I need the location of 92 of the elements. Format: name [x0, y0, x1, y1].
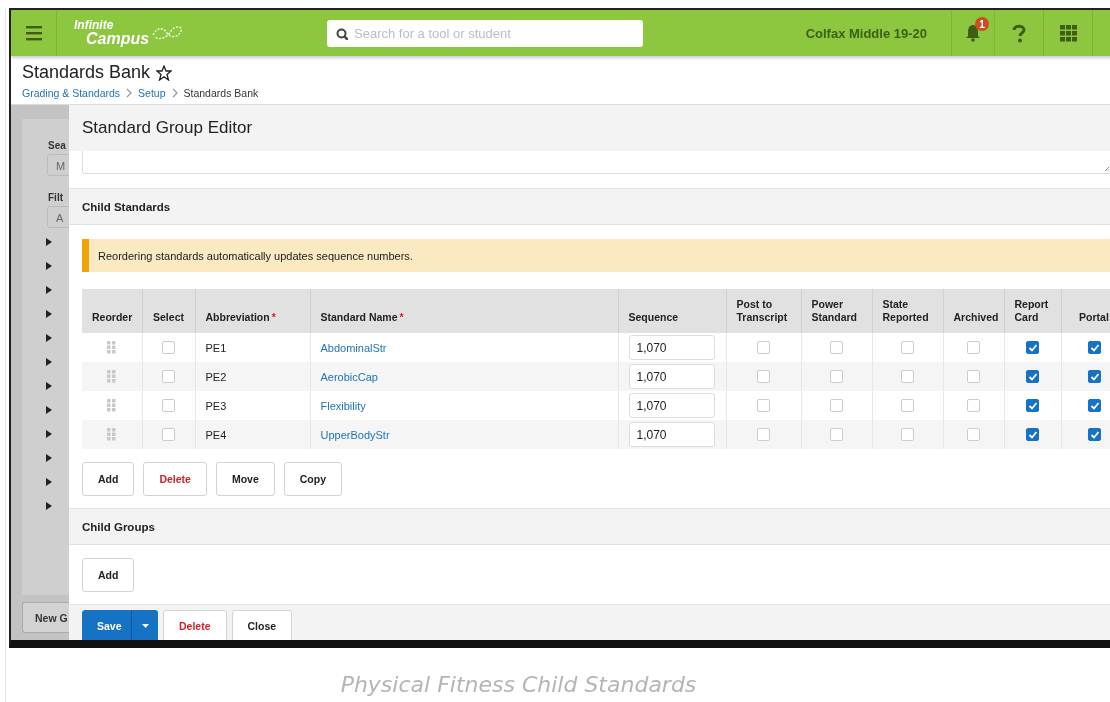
check-icon: [1088, 371, 1100, 383]
expand-icon[interactable]: [46, 406, 52, 414]
expand-icon[interactable]: [46, 382, 52, 390]
expand-icon[interactable]: [46, 502, 52, 510]
action-button[interactable]: Add: [82, 462, 135, 496]
action-button[interactable]: Move: [215, 462, 275, 496]
check-icon: [1027, 371, 1038, 383]
check-icon: [1088, 400, 1100, 412]
expand-icon[interactable]: [46, 310, 52, 318]
checkbox[interactable]: [1026, 428, 1039, 442]
table-cell: PE4: [205, 428, 227, 441]
checkbox[interactable]: [1087, 370, 1101, 384]
section-heading: Child Groups: [82, 520, 155, 533]
column-header: Abbreviation: [205, 311, 270, 324]
checkbox[interactable]: [1026, 399, 1039, 413]
breadcrumb-link[interactable]: Grading & Standards: [22, 87, 121, 99]
expand-icon[interactable]: [46, 262, 52, 270]
dialog-title: Standard Group Editor: [82, 118, 253, 138]
column-header: Post to Transcript: [736, 297, 788, 324]
action-button[interactable]: Copy: [283, 462, 343, 496]
chevron-icon: [171, 88, 178, 98]
school-year-label[interactable]: Colfax Middle 19-20: [805, 25, 927, 41]
drag-handle-icon[interactable]: [107, 428, 117, 441]
field-label: Filt: [48, 192, 64, 203]
standard-link[interactable]: UpperBodyStr: [320, 428, 390, 441]
sequence-field[interactable]: 1,070: [628, 364, 715, 389]
table-cell: PE1: [205, 341, 227, 354]
help-icon[interactable]: [1011, 23, 1027, 43]
action-button[interactable]: Save: [82, 609, 131, 640]
checkbox[interactable]: [1087, 399, 1101, 413]
expand-icon[interactable]: [46, 286, 52, 294]
standard-link[interactable]: Flexibility: [320, 399, 366, 412]
table-cell: PE2: [205, 370, 227, 383]
resize-icon: [1104, 166, 1110, 172]
drag-handle-icon[interactable]: [107, 341, 117, 354]
checkbox[interactable]: [1087, 428, 1101, 442]
drag-handle-icon[interactable]: [107, 399, 117, 412]
column-header: State Reported: [882, 297, 929, 324]
breadcrumb-current: Standards Bank: [183, 87, 259, 99]
caret-icon: [141, 624, 149, 628]
breadcrumb-link[interactable]: Setup: [138, 87, 166, 99]
notice-banner: Reordering standards automatically updates sequence numbers.: [82, 239, 1110, 272]
check-icon: [1027, 342, 1038, 354]
required-mark: *: [399, 311, 404, 324]
expand-icon[interactable]: [46, 358, 52, 366]
section-heading: Child Standards: [82, 200, 171, 213]
search-icon: [336, 27, 348, 40]
column-header: Sequence: [628, 311, 679, 324]
menu-icon[interactable]: [25, 25, 42, 41]
star-icon[interactable]: [156, 64, 173, 81]
required-mark: *: [271, 311, 276, 324]
expand-icon[interactable]: [46, 454, 52, 462]
expand-icon[interactable]: [46, 478, 52, 486]
standard-link[interactable]: AbdominalStr: [320, 341, 387, 354]
dropdown-button[interactable]: [131, 609, 158, 640]
field-label: Sea: [48, 140, 67, 151]
action-button[interactable]: Delete: [163, 609, 227, 640]
expand-icon[interactable]: [46, 238, 52, 246]
checkbox[interactable]: [1026, 341, 1039, 355]
column-header: Power Standard: [811, 297, 857, 324]
table-cell: PE3: [205, 399, 227, 412]
standard-link[interactable]: AerobicCap: [320, 370, 378, 383]
drag-handle-icon[interactable]: [107, 370, 117, 383]
checkbox[interactable]: [1087, 341, 1101, 355]
notification-badge: 1: [975, 17, 989, 31]
swoosh-icon: [151, 25, 184, 41]
action-button[interactable]: Close: [231, 609, 293, 640]
column-header: Portal: [1079, 311, 1109, 324]
sequence-field[interactable]: 1,070: [628, 422, 715, 447]
check-icon: [1088, 342, 1100, 354]
column-header: Standard Name: [320, 311, 398, 324]
new-button[interactable]: New G: [22, 602, 69, 633]
chevron-icon: [126, 88, 133, 98]
checkbox[interactable]: [1026, 370, 1039, 384]
sequence-field[interactable]: 1,070: [628, 335, 715, 360]
action-button[interactable]: Delete: [143, 462, 207, 496]
page-title: Standards Bank: [22, 62, 151, 83]
column-header: Report Card: [1014, 297, 1049, 324]
column-header: Archived: [953, 311, 999, 324]
check-icon: [1027, 400, 1038, 412]
check-icon: [1027, 429, 1038, 441]
expand-icon[interactable]: [46, 334, 52, 342]
bell-icon[interactable]: [965, 24, 981, 42]
action-button[interactable]: Add: [82, 558, 135, 592]
figure-caption: Physical Fitness Child Standards: [340, 672, 697, 697]
expand-icon[interactable]: [46, 430, 52, 438]
apps-grid-icon[interactable]: [1059, 24, 1077, 42]
sequence-field[interactable]: 1,070: [628, 393, 715, 418]
column-header: Select: [153, 311, 184, 324]
search-field[interactable]: Search for a tool or student: [327, 19, 643, 47]
column-header: Reorder: [92, 311, 133, 324]
check-icon: [1088, 429, 1100, 441]
